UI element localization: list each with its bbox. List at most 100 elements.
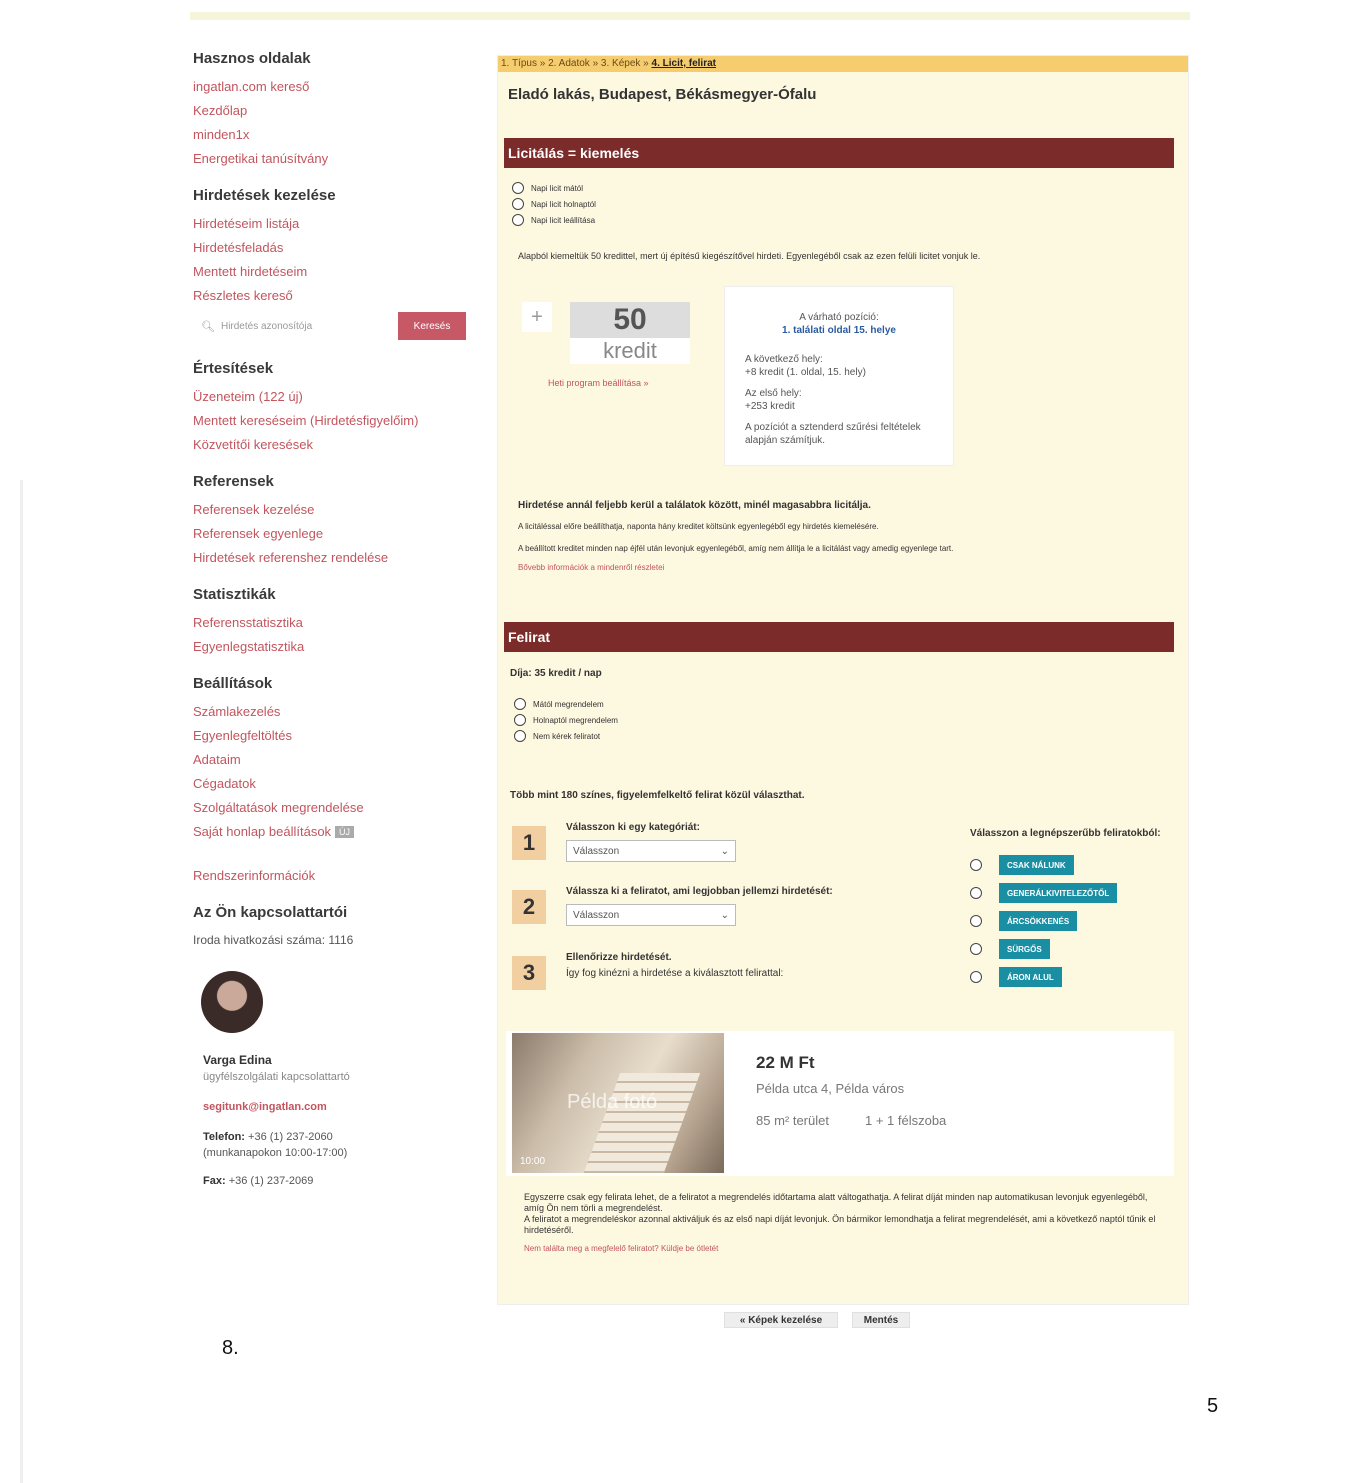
- label-select[interactable]: Válasszon ⌄: [566, 904, 736, 926]
- radio-button[interactable]: [512, 182, 524, 194]
- step-4-current: 4. Licit, felirat: [651, 58, 716, 69]
- listing-price: 22 M Ft: [756, 1053, 815, 1072]
- radio-button[interactable]: [970, 887, 982, 899]
- radio-button[interactable]: [970, 943, 982, 955]
- felirat-option[interactable]: Mától megrendelem: [514, 696, 618, 712]
- own-site-row: Saját honlap beállítások ÚJ: [193, 824, 493, 840]
- sidebar-link[interactable]: Referensek kezelése: [193, 502, 493, 518]
- licit-option[interactable]: Napi licit leállítása: [512, 212, 596, 228]
- radio-button[interactable]: [970, 971, 982, 983]
- suggest-label-link[interactable]: Nem találta meg a megfelelő feliratot? K…: [524, 1244, 1164, 1253]
- sidebar-link[interactable]: Energetikai tanúsítvány: [193, 151, 493, 167]
- popular-label-row[interactable]: ÁRCSÖKKENÉS: [970, 907, 1170, 935]
- radio-button[interactable]: [512, 198, 524, 210]
- popular-label-row[interactable]: ÁRON ALUL: [970, 963, 1170, 991]
- tag-button[interactable]: ÁRON ALUL: [999, 967, 1062, 987]
- sidebar-link[interactable]: Közvetítői keresések: [193, 437, 493, 453]
- felirat-option[interactable]: Nem kérek feliratot: [514, 728, 618, 744]
- listing-rooms: 1 + 1 félszoba: [864, 1113, 947, 1128]
- sidebar-notifications: Értesítések Üzeneteim (122 új) Mentett k…: [193, 360, 493, 453]
- sidebar-link[interactable]: Adataim: [193, 752, 493, 768]
- sidebar-link[interactable]: Referensstatisztika: [193, 615, 493, 631]
- sidebar-link[interactable]: Hirdetéseim listája: [193, 216, 493, 232]
- felirat-option-label: Mától megrendelem: [533, 699, 604, 709]
- licit-option-label: Napi licit mától: [531, 183, 584, 193]
- sidebar-useful: Hasznos oldalak ingatlan.com kereső Kezd…: [193, 50, 493, 167]
- avatar: [201, 971, 263, 1033]
- popular-label-row[interactable]: GENERÁLKIVITELEZŐTŐL: [970, 879, 1170, 907]
- felirat-footnote: Egyszerre csak egy felirata lehet, de a …: [524, 1192, 1148, 1213]
- next-position: A következő hely: +8 kredit (1. oldal, 15…: [745, 353, 933, 379]
- tag-button[interactable]: ÁRCSÖKKENÉS: [999, 911, 1078, 931]
- search-button[interactable]: Keresés: [398, 312, 466, 340]
- step-separator: »: [592, 58, 599, 69]
- tag-button[interactable]: GENERÁLKIVITELEZŐTŐL: [999, 883, 1118, 903]
- step-number-3: 3: [512, 956, 546, 990]
- fax-value: +36 (1) 237-2069: [228, 1175, 314, 1187]
- increase-button[interactable]: +: [522, 302, 552, 332]
- kredit-amount[interactable]: 50: [570, 302, 690, 338]
- select-value: Válasszon: [573, 845, 620, 857]
- listing-address: Példa utca 4, Példa város: [756, 1081, 905, 1096]
- step-1[interactable]: 1. Típus: [501, 58, 537, 69]
- sidebar-link[interactable]: Cégadatok: [193, 776, 493, 792]
- radio-button[interactable]: [514, 714, 526, 726]
- sidebar-link[interactable]: Számlakezelés: [193, 704, 493, 720]
- sidebar-referents: Referensek Referensek kezelése Referense…: [193, 473, 493, 566]
- sidebar-title: Hasznos oldalak: [193, 50, 311, 67]
- back-to-images-button[interactable]: « Képek kezelése: [724, 1312, 838, 1328]
- sidebar-link[interactable]: Mentett hirdetéseim: [193, 264, 493, 280]
- sidebar-link[interactable]: ingatlan.com kereső: [193, 79, 493, 95]
- sidebar-link-system-info[interactable]: Rendszerinformációk: [193, 868, 493, 884]
- radio-button[interactable]: [514, 730, 526, 742]
- sidebar-link[interactable]: Egyenlegfeltöltés: [193, 728, 493, 744]
- radio-button[interactable]: [970, 859, 982, 871]
- step-number-2: 2: [512, 890, 546, 924]
- sidebar-ads: Hirdetések kezelése Hirdetéseim listája …: [193, 187, 493, 340]
- sidebar-link[interactable]: minden1x: [193, 127, 493, 143]
- tag-button[interactable]: CSAK NÁLUNK: [999, 855, 1074, 875]
- sidebar-link[interactable]: Üzeneteim (122 új): [193, 389, 493, 405]
- felirat-option[interactable]: Holnaptól megrendelem: [514, 712, 618, 728]
- step-number-1: 1: [512, 826, 546, 860]
- sidebar-link[interactable]: Mentett kereséseim (Hirdetésfigyelőim): [193, 413, 493, 429]
- licit-paragraph: A licitáléssal előre beállíthatja, napon…: [518, 522, 879, 531]
- position-note: A pozíciót a sztenderd szűrési feltétele…: [745, 422, 921, 446]
- radio-button[interactable]: [514, 698, 526, 710]
- step-3-title: Ellenőrizze hirdetését.: [566, 952, 672, 963]
- step-3[interactable]: 3. Képek: [601, 58, 640, 69]
- save-button[interactable]: Mentés: [852, 1312, 910, 1328]
- radio-button[interactable]: [512, 214, 524, 226]
- search-input[interactable]: 🔍︎ Hirdetés azonosítója: [193, 312, 398, 340]
- tag-button[interactable]: SÜRGŐS: [999, 939, 1050, 959]
- sidebar-title: Statisztikák: [193, 586, 276, 603]
- chevron-down-icon: ⌄: [720, 909, 729, 921]
- radio-button[interactable]: [970, 915, 982, 927]
- sidebar-settings: Beállítások Számlakezelés Egyenlegfeltöl…: [193, 675, 493, 884]
- sidebar-link[interactable]: Egyenlegstatisztika: [193, 639, 493, 655]
- step-2[interactable]: 2. Adatok: [548, 58, 590, 69]
- agent-name: Varga Edina: [203, 1053, 272, 1067]
- position-title: A várható pozíció:: [799, 312, 879, 323]
- sidebar-link[interactable]: Hirdetések referenshez rendelése: [193, 550, 493, 566]
- agent-email[interactable]: segitunk@ingatlan.com: [203, 1101, 493, 1113]
- licit-option[interactable]: Napi licit mától: [512, 180, 596, 196]
- sidebar-link[interactable]: Kezdőlap: [193, 103, 493, 119]
- step-separator: »: [539, 58, 546, 69]
- sidebar-link[interactable]: Referensek egyenlege: [193, 526, 493, 542]
- licit-description: Hirdetése annál feljebb kerül a találato…: [518, 500, 1168, 572]
- sidebar-link[interactable]: Részletes kereső: [193, 288, 493, 304]
- popular-label-row[interactable]: CSAK NÁLUNK: [970, 851, 1170, 879]
- sidebar-link[interactable]: Saját honlap beállítások: [193, 824, 331, 840]
- sidebar-link[interactable]: Szolgáltatások megrendelése: [193, 800, 493, 816]
- licit-option[interactable]: Napi licit holnaptól: [512, 196, 596, 212]
- sidebar-contacts: Az Ön kapcsolattartói Iroda hivatkozási …: [193, 904, 493, 1187]
- first-value: +253 kredit: [745, 401, 795, 412]
- step-1-title: Válasszon ki egy kategóriát:: [566, 822, 700, 833]
- weekly-program-link[interactable]: Heti program beállítása »: [548, 378, 649, 388]
- popular-label-row[interactable]: SÜRGŐS: [970, 935, 1170, 963]
- phone-value: +36 (1) 237-2060: [248, 1131, 333, 1143]
- sidebar-link[interactable]: Hirdetésfeladás: [193, 240, 493, 256]
- category-select[interactable]: Válasszon ⌄: [566, 840, 736, 862]
- more-info-link[interactable]: Bővebb információk a mindenről részletei: [518, 563, 1168, 572]
